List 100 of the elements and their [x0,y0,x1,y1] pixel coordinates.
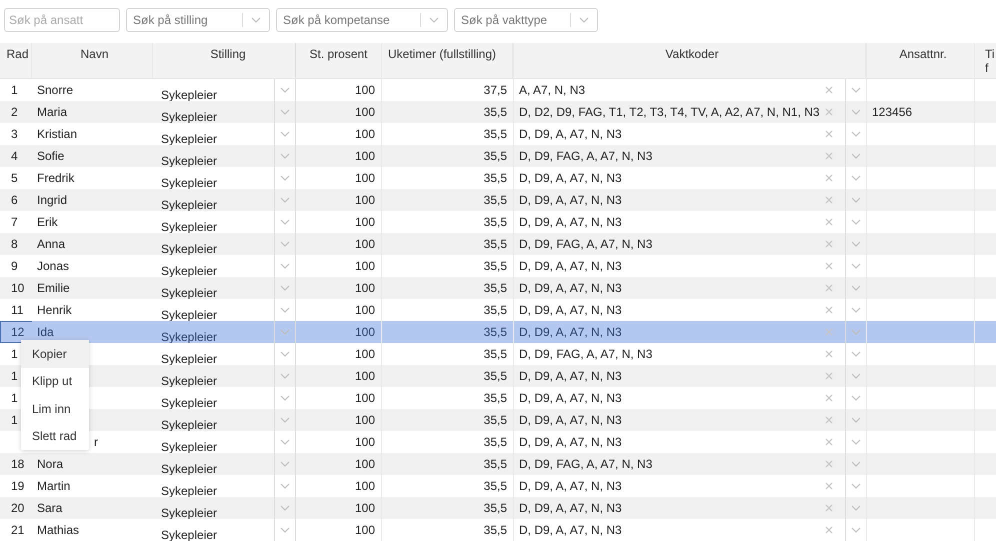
table-cell: 100 [354,259,375,273]
row-number: 18 [11,457,24,471]
table-cell-text: Sykepleier [161,111,218,123]
table-cell-text: D, D9, A, A7, N, N3 [519,215,623,229]
table-cell-text: Sykepleier [161,375,218,387]
table-cell: 100 [354,127,375,141]
table-cell: Mathias [37,523,80,537]
table-cell: 35,5 [484,171,507,185]
column-header: Uketimer (fullstilling) [382,43,513,78]
row-number: 10 [11,281,24,295]
table-cell: 35,5 [484,193,507,207]
table-cell: Martin [37,479,70,493]
row-number: 8 [11,237,18,251]
table-cell: r [94,435,98,449]
table-cell-text: D, D9, A, A7, N, N3 [519,413,623,427]
table-cell: 100 [354,215,375,229]
row-number: 20 [11,501,24,515]
table-cell: 100 [354,105,375,119]
table-cell: Erik [37,215,58,229]
table-cell-text: D, D9, A, A7, N, N3 [519,303,623,317]
table-cell-text: D, D9, A, A7, N, N3 [519,281,623,295]
table-cell: 100 [354,303,375,317]
table-cell-text: Sykepleier [161,133,218,145]
table-cell: 35,5 [484,303,507,317]
table-cell-text: D, D9, A, A7, N, N3 [519,325,623,339]
table-cell: 100 [354,369,375,383]
table-cell-text: D, D9, A, A7, N, N3 [519,501,623,515]
table-cell-text: Sykepleier [161,243,218,255]
row-number: 3 [11,127,18,141]
row-number: 1 [11,83,18,97]
table-cell: 35,5 [484,479,507,493]
table-cell: 100 [354,281,375,295]
table-cell: 35,5 [484,215,507,229]
table-cell-text: D, D2, D9, FAG, T1, T2, T3, T4, TV, A, A2, A7, N, N1, N3 [519,105,821,119]
table-cell-text: Sykepleier [161,89,218,101]
table-cell: Ingrid [37,193,68,207]
table-cell: Fredrik [37,171,74,185]
table-cell: Henrik [37,303,72,317]
row-number: 1 [11,391,18,405]
table-cell: Snorre [37,83,74,97]
table-cell: 100 [354,501,375,515]
table-cell: 35,5 [484,435,507,449]
table-cell-text: D, D9, A, A7, N, N3 [519,369,623,383]
column-header: Vaktkoder [513,43,866,78]
table-cell: 35,5 [484,149,507,163]
table-cell-text: D, D9, FAG, A, A7, N, N3 [519,149,654,163]
table-cell-text: D, D9, A, A7, N, N3 [519,479,623,493]
table-cell: Emilie [37,281,70,295]
table-cell-text: Sykepleier [161,265,218,277]
column-header: Stilling [153,43,296,78]
table-cell-text: D, D9, A, A7, N, N3 [519,259,623,273]
column-header: Navn [32,43,153,78]
table-cell-text: D, D9, A, A7, N, N3 [519,391,623,405]
table-cell: 35,5 [484,281,507,295]
table-cell-text: Sykepleier [161,287,218,299]
table-cell: 35,5 [484,259,507,273]
table-cell: 100 [354,391,375,405]
table-cell-text: Sykepleier [161,507,218,519]
table-cell: 100 [354,435,375,449]
table-cell: 100 [354,457,375,471]
column-header: Ti f [975,43,996,78]
row-number: 9 [11,259,18,273]
row-number: 5 [11,171,18,185]
table-cell-text: Sykepleier [161,485,218,497]
table-cell: 100 [354,523,375,537]
table-cell: 100 [354,347,375,361]
table-cell-text: Sykepleier [161,441,218,453]
table-cell-text: Sykepleier [161,155,218,167]
table-cell: 35,5 [484,105,507,119]
row-number: 1 [11,369,18,383]
table-cell: Kristian [37,127,78,141]
table-cell-text: D, D9, A, A7, N, N3 [519,435,623,449]
row-number: 7 [11,215,18,229]
table-cell-text: D, D9, FAG, A, A7, N, N3 [519,457,654,471]
table-cell: 35,5 [484,369,507,383]
table-cell: 100 [354,413,375,427]
table-cell: 35,5 [484,391,507,405]
table-cell: Sofie [37,149,64,163]
table-cell-text: Sykepleier [161,221,218,233]
table-cell: Sara [37,501,62,515]
table-cell-text: D, D9, A, A7, N, N3 [519,193,623,207]
column-header: Ansattnr. [866,43,975,78]
table-cell-text: Sykepleier [161,199,218,211]
table-cell: 100 [354,237,375,251]
table-cell: Anna [37,237,66,251]
row-number: 6 [11,193,18,207]
table-cell: Maria [37,105,68,119]
table-cell-text: D, D9, FAG, A, A7, N, N3 [519,237,654,251]
table-cell: 100 [354,479,375,493]
table-cell: 35,5 [484,413,507,427]
table-cell: 100 [354,171,375,185]
table-cell-text: D, D9, A, A7, N, N3 [519,523,623,537]
table-cell: 35,5 [484,457,507,471]
table-cell-text: D, D9, FAG, A, A7, N, N3 [519,347,654,361]
table-cell: 35,5 [484,347,507,361]
row-number: 2 [11,105,18,119]
table-cell: 35,5 [484,523,507,537]
table-cell: 100 [354,193,375,207]
table-cell-text: Sykepleier [161,463,218,475]
row-number: 1 [11,413,18,427]
